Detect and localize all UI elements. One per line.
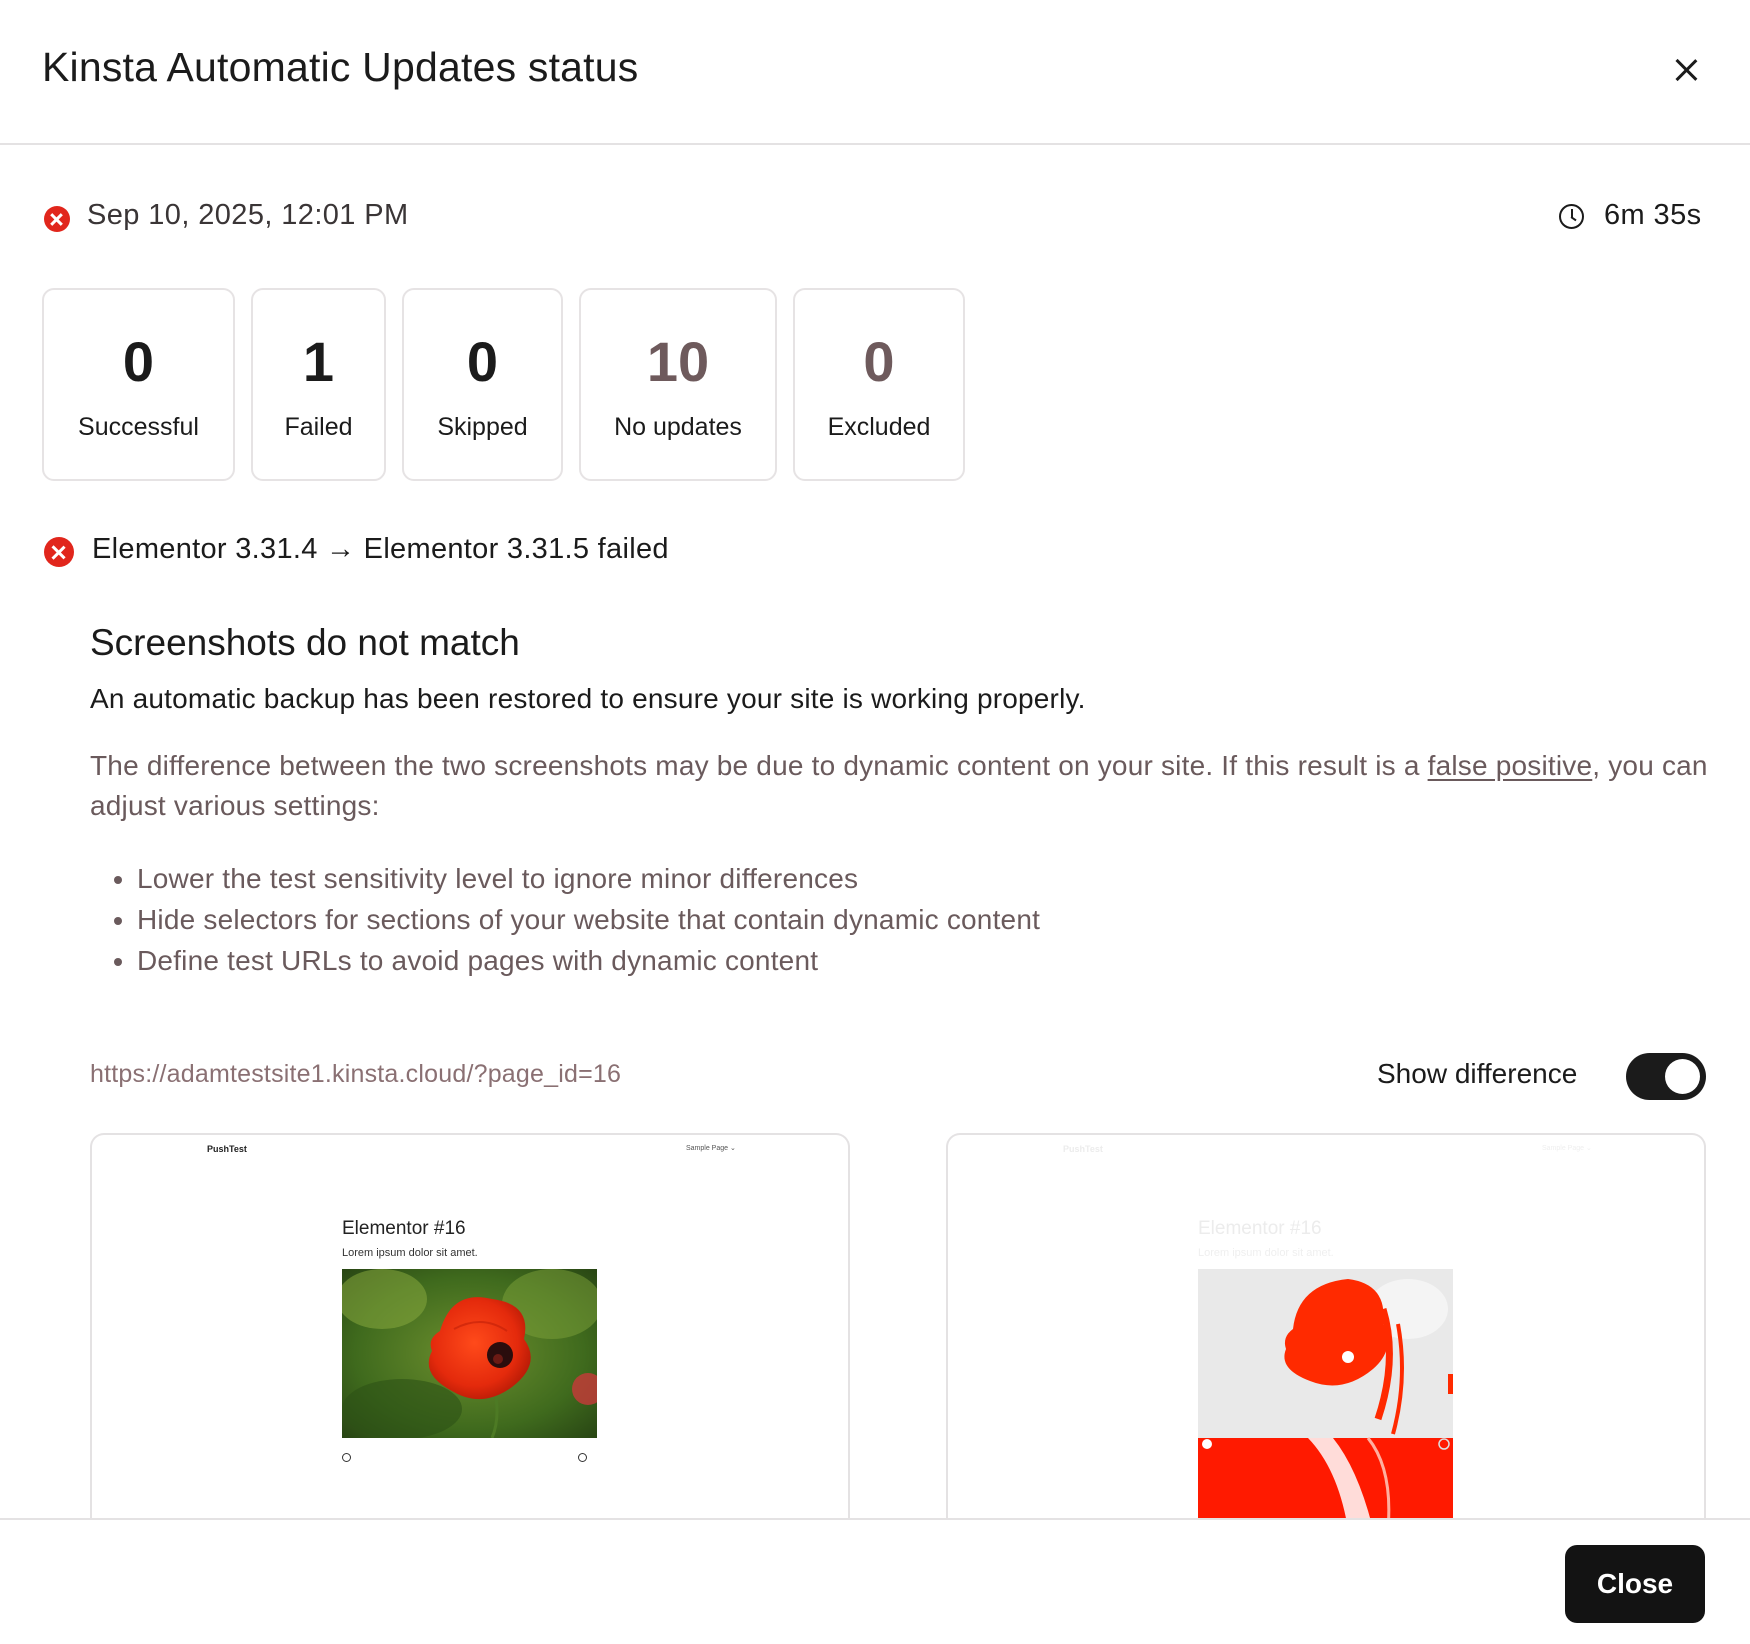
page-heading-faded: Elementor #16 — [1198, 1218, 1322, 1239]
show-difference-toggle[interactable] — [1626, 1053, 1706, 1100]
run-duration: 6m 35s — [1604, 199, 1702, 231]
stat-label: Successful — [78, 413, 199, 441]
close-button[interactable]: Close — [1565, 1545, 1705, 1623]
error-icon — [44, 206, 70, 232]
site-name: PushTest — [207, 1144, 247, 1154]
stat-no-updates: 10 No updates — [579, 288, 777, 481]
stat-value: 10 — [646, 330, 710, 393]
stat-value: 0 — [466, 330, 499, 393]
stat-value: 1 — [302, 330, 335, 393]
modal-title: Kinsta Automatic Updates status — [42, 44, 639, 90]
stat-label: Failed — [284, 413, 353, 441]
tip-item: Hide selectors for sections of your webs… — [137, 899, 1040, 940]
tip-item: Define test URLs to avoid pages with dyn… — [137, 940, 1040, 981]
stat-value: 0 — [863, 330, 895, 393]
stat-label: Skipped — [437, 413, 528, 441]
show-difference-label: Show difference — [1377, 1058, 1578, 1089]
site-name-faded: PushTest — [1063, 1144, 1103, 1154]
tips-list: Lower the test sensitivity level to igno… — [90, 858, 1040, 981]
site-nav: Sample Page ⌄ — [686, 1145, 736, 1152]
tip-item: Lower the test sensitivity level to igno… — [137, 858, 1040, 899]
modal-footer: Close — [0, 1518, 1750, 1644]
screenshot-difference: PushTest Sample Page ⌄ Elementor #16 Lor… — [946, 1133, 1706, 1533]
explanation-text: The difference between the two screensho… — [90, 746, 1710, 826]
error-icon — [44, 537, 74, 567]
difference-image — [1198, 1269, 1453, 1529]
backup-restored-text: An automatic backup has been restored to… — [90, 683, 1086, 714]
clock-icon — [1559, 204, 1584, 229]
failure-heading: Screenshots do not match — [90, 622, 520, 663]
modal-header: Kinsta Automatic Updates status — [0, 0, 1750, 145]
carousel-prev-icon — [342, 1453, 351, 1462]
page-heading: Elementor #16 — [342, 1218, 466, 1239]
carousel-next-icon — [578, 1453, 587, 1462]
toggle-knob — [1665, 1059, 1700, 1094]
poppy-photo — [342, 1269, 597, 1438]
stat-label: Excluded — [827, 413, 931, 441]
difference-overlay — [1198, 1269, 1453, 1529]
update-failure-summary: Elementor 3.31.4 → Elementor 3.31.5 fail… — [92, 533, 669, 565]
test-url: https://adamtestsite1.kinsta.cloud/?page… — [90, 1060, 622, 1088]
close-icon[interactable] — [1668, 52, 1704, 88]
stat-skipped: 0 Skipped — [402, 288, 563, 481]
stat-excluded: 0 Excluded — [793, 288, 965, 481]
stat-successful: 0 Successful — [42, 288, 235, 481]
explanation-before: The difference between the two screensho… — [90, 750, 1428, 781]
screenshot-before: PushTest Sample Page ⌄ Elementor #16 Lor… — [90, 1133, 850, 1533]
run-date: Sep 10, 2025, 12:01 PM — [87, 199, 409, 231]
stat-value: 0 — [122, 330, 155, 393]
stat-failed: 1 Failed — [251, 288, 386, 481]
page-text-faded: Lorem ipsum dolor sit amet. — [1198, 1247, 1334, 1259]
false-positive-link[interactable]: false positive — [1428, 750, 1593, 781]
page-text: Lorem ipsum dolor sit amet. — [342, 1247, 478, 1259]
site-nav-faded: Sample Page ⌄ — [1542, 1145, 1592, 1152]
stat-label: No updates — [614, 413, 742, 441]
poppy-image — [342, 1269, 597, 1438]
